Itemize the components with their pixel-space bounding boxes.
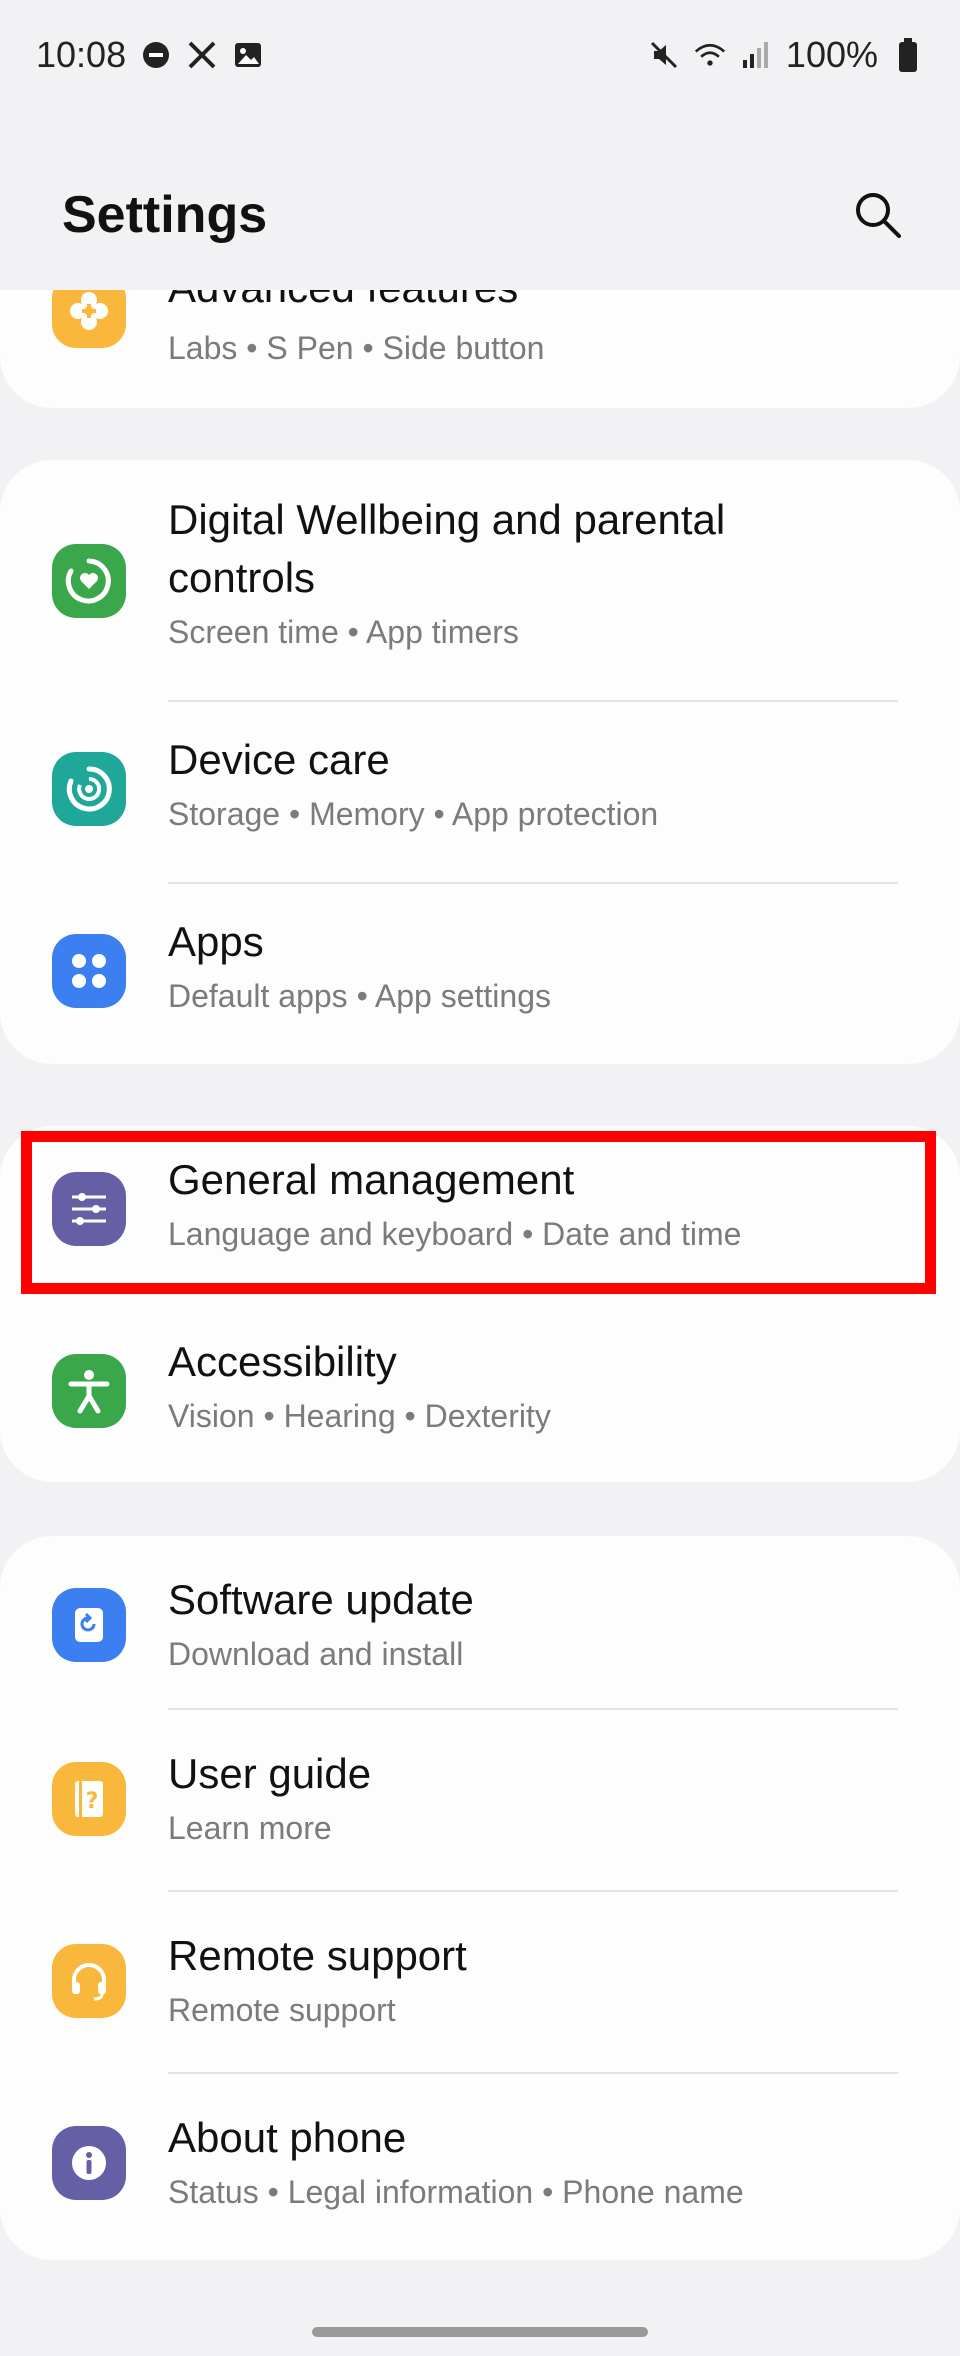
user-guide-icon: ? [52,1762,126,1836]
settings-list[interactable]: Advanced features Labs • S Pen • Side bu… [0,290,960,2310]
do-not-disturb-icon [140,39,172,71]
digital-wellbeing-icon [52,544,126,618]
settings-item-accessibility[interactable]: Accessibility Vision • Hearing • Dexteri… [0,1304,960,1482]
item-title-line2: controls [168,554,316,601]
card-support: Software update Download and install ? U… [0,1536,960,2260]
settings-item-general-management[interactable]: General management Language and keyboard… [0,1126,960,1304]
software-update-icon [52,1588,126,1662]
settings-item-digital-wellbeing[interactable]: Digital Wellbeing and parental controls … [0,460,960,700]
item-subtitle: Storage • Memory • App protection [168,796,659,832]
item-subtitle: Remote support [168,1992,396,2028]
device-care-icon [52,752,126,826]
advanced-features-icon [52,290,126,348]
apps-icon [52,934,126,1008]
settings-item-software-update[interactable]: Software update Download and install [0,1536,960,1718]
accessibility-icon [52,1354,126,1428]
item-title-line1: Digital Wellbeing and parental [168,496,726,543]
item-subtitle: Language and keyboard • Date and time [168,1216,742,1252]
item-subtitle: Learn more [168,1810,332,1846]
settings-item-user-guide[interactable]: ? User guide Learn more [0,1710,960,1892]
svg-text:?: ? [86,1789,99,1814]
search-icon [856,193,901,238]
settings-item-remote-support[interactable]: Remote support Remote support [0,1892,960,2074]
card-management: General management Language and keyboard… [0,1126,960,1482]
page-title: Settings [62,186,268,244]
card-advanced: Advanced features Labs • S Pen • Side bu… [0,290,960,408]
general-management-icon [52,1172,126,1246]
battery-percent: 100% [785,34,878,75]
settings-item-advanced-features[interactable]: Advanced features Labs • S Pen • Side bu… [0,290,960,408]
item-title: Apps [168,918,264,965]
x-app-icon [186,39,218,71]
item-title: Device care [168,736,390,783]
item-subtitle: Download and install [168,1636,464,1672]
status-bar: 10:08 100% [0,0,960,110]
item-title: Accessibility [168,1338,397,1385]
wifi-icon [694,39,726,71]
mute-icon [648,39,680,71]
signal-icon [740,39,772,71]
item-subtitle: Vision • Hearing • Dexterity [168,1398,551,1434]
settings-item-apps[interactable]: Apps Default apps • App settings [0,884,960,1064]
item-subtitle: Default apps • App settings [168,978,551,1014]
app-header: Settings [0,150,960,280]
search-button[interactable] [838,175,918,255]
status-time: 10:08 [36,34,127,75]
settings-item-about-phone[interactable]: About phone Status • Legal information •… [0,2074,960,2260]
item-title: Remote support [168,1932,467,1979]
item-title: User guide [168,1750,372,1797]
item-title: General management [168,1156,575,1203]
item-title: Advanced features [168,290,518,318]
headset-icon [52,1944,126,2018]
item-subtitle: Screen time • App timers [168,614,519,650]
gesture-navigation-bar[interactable] [312,2327,648,2337]
card-wellbeing: Digital Wellbeing and parental controls … [0,460,960,1064]
item-subtitle: Status • Legal information • Phone name [168,2174,744,2210]
settings-item-device-care[interactable]: Device care Storage • Memory • App prote… [0,702,960,882]
item-subtitle: Labs • S Pen • Side button [168,330,545,366]
info-icon [52,2126,126,2200]
gallery-icon [232,39,264,71]
battery-icon [892,38,924,72]
item-title: About phone [168,2114,407,2161]
item-title: Software update [168,1576,474,1623]
